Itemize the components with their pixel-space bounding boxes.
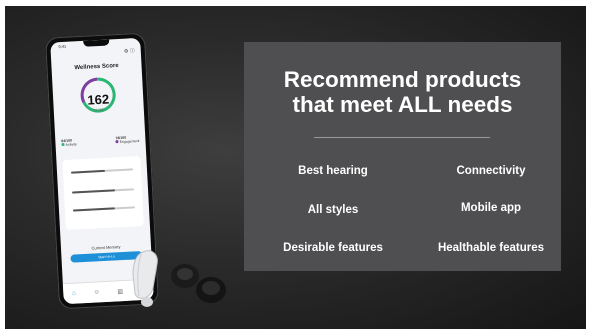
feature-desirable-features: Desirable features: [283, 242, 383, 254]
headline: Recommend products that meet ALL needs: [244, 67, 561, 117]
person-icon[interactable]: ☺: [93, 289, 99, 295]
engagement-stat[interactable]: 78/100 Engagement: [115, 135, 139, 144]
feature-best-hearing: Best hearing: [298, 165, 368, 177]
right-volume-slider[interactable]: [72, 206, 135, 212]
status-time: 9:41: [58, 43, 67, 50]
headline-line-2: that meet ALL needs: [292, 92, 513, 117]
wellness-score-title: Wellness Score: [74, 62, 119, 72]
feature-healthable-features: Healthable features: [437, 242, 545, 254]
left-volume-slider[interactable]: [72, 188, 135, 194]
engagement-dot-icon: [115, 140, 119, 144]
divider: [314, 137, 490, 138]
activity-dot-icon: [61, 142, 65, 147]
feature-mobile-app: Mobile app: [460, 202, 522, 214]
chart-icon[interactable]: ▥: [117, 288, 123, 295]
activity-label: Activity: [65, 142, 77, 147]
volume-controls-card: [62, 155, 144, 230]
recommendation-panel: Recommend products that meet ALL needs B…: [244, 42, 561, 271]
headline-line-1: Recommend products: [283, 67, 522, 92]
score-breakdown: 84/100 Activity 78/100 Engagement: [61, 135, 139, 147]
settings-icon[interactable]: ⚙ ⓘ: [124, 47, 135, 55]
phone-notch: [83, 39, 110, 47]
hearing-aids-image: [132, 250, 226, 307]
volume-slider[interactable]: [70, 168, 134, 174]
slide-background: 9:41 ⚙ ⓘ Wellness Score 162 of 200 84/10…: [5, 6, 586, 329]
feature-all-styles: All styles: [307, 204, 359, 216]
activity-stat[interactable]: 84/100 Activity: [61, 138, 76, 147]
home-icon[interactable]: ⌂: [72, 291, 76, 297]
feature-connectivity: Connectivity: [456, 165, 526, 177]
engagement-label: Engagement: [119, 139, 140, 145]
